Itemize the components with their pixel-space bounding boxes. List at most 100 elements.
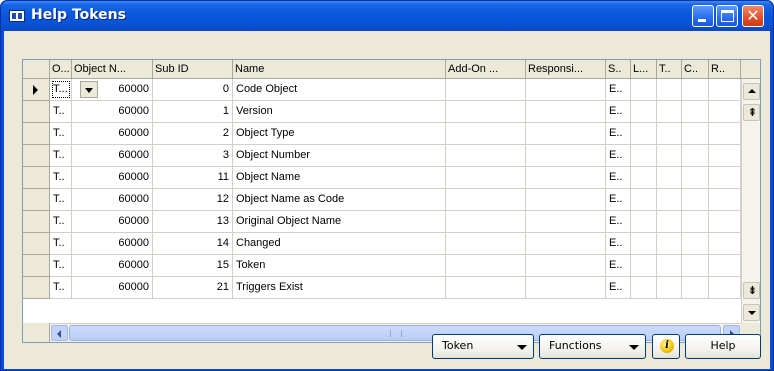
row-selector[interactable] [23,145,50,167]
cell-o[interactable]: T.. [50,123,72,144]
cell-c[interactable] [682,167,709,188]
table-row[interactable]: T.. 60000 13 Original Object Name E.. [23,211,760,233]
scroll-up-button[interactable] [743,83,760,100]
cell-l[interactable] [631,189,657,210]
table-row[interactable]: T.. 60000 15 Token E.. [23,255,760,277]
cell-r[interactable] [709,145,741,166]
cell-object-no[interactable]: 60000 [72,277,153,298]
cell-name[interactable]: Token [233,255,446,276]
cell-t[interactable] [657,255,682,276]
cell-t[interactable] [657,167,682,188]
page-up-button[interactable]: ⇞ [743,104,760,121]
cell-object-no[interactable]: 60000 [72,233,153,254]
page-down-button[interactable]: ⇟ [743,282,760,299]
column-header-object-no[interactable]: Object N... [72,60,153,79]
cell-t[interactable] [657,233,682,254]
row-selector[interactable] [23,123,50,145]
row-selector[interactable] [23,211,50,233]
cell-s[interactable]: E.. [606,255,631,276]
cell-o[interactable]: T.. [50,255,72,276]
cell-c[interactable] [682,255,709,276]
column-header-responsible[interactable]: Responsi... [526,60,606,79]
row-selector[interactable] [23,255,50,277]
cell-s[interactable]: E.. [606,189,631,210]
cell-sub-id[interactable]: 11 [153,167,233,188]
table-row[interactable]: T.. 60000 11 Object Name E.. [23,167,760,189]
cell-responsible[interactable] [526,145,606,166]
cell-s[interactable]: E.. [606,79,631,100]
cell-o[interactable]: T.. [50,189,72,210]
cell-o[interactable]: T.. [50,167,72,188]
cell-add-on[interactable] [446,123,526,144]
cell-l[interactable] [631,233,657,254]
cell-t[interactable] [657,145,682,166]
column-header-s[interactable]: S.. [606,60,631,79]
cell-sub-id[interactable]: 2 [153,123,233,144]
cell-c[interactable] [682,123,709,144]
cell-responsible[interactable] [526,123,606,144]
cell-s[interactable]: E.. [606,167,631,188]
cell-r[interactable] [709,233,741,254]
cell-object-no[interactable]: 60000 [72,189,153,210]
cell-o[interactable]: T... [50,79,72,100]
row-selector[interactable] [23,167,50,189]
minimize-button[interactable] [692,5,714,27]
cell-object-no[interactable]: 60000 [72,167,153,188]
cell-t[interactable] [657,189,682,210]
cell-o[interactable]: T.. [50,101,72,122]
cell-l[interactable] [631,167,657,188]
cell-s[interactable]: E.. [606,211,631,232]
cell-s[interactable]: E.. [606,145,631,166]
cell-sub-id[interactable]: 14 [153,233,233,254]
cell-sub-id[interactable]: 15 [153,255,233,276]
column-header-name[interactable]: Name [233,60,446,79]
cell-add-on[interactable] [446,189,526,210]
cell-add-on[interactable] [446,167,526,188]
cell-s[interactable]: E.. [606,123,631,144]
cell-responsible[interactable] [526,233,606,254]
close-button[interactable]: ✕ [742,5,764,27]
row-selector[interactable] [23,189,50,211]
cell-add-on[interactable] [446,79,526,100]
help-button[interactable]: Help [685,334,761,359]
row-selector[interactable] [23,101,50,123]
token-menu-button[interactable]: Token [432,334,534,359]
table-row[interactable]: T... 60000 0 Code Object E.. [23,79,760,101]
cell-add-on[interactable] [446,233,526,254]
cell-r[interactable] [709,189,741,210]
cell-responsible[interactable] [526,189,606,210]
cell-responsible[interactable] [526,277,606,298]
cell-t[interactable] [657,123,682,144]
cell-r[interactable] [709,167,741,188]
cell-c[interactable] [682,277,709,298]
cell-r[interactable] [709,123,741,144]
cell-name[interactable]: Code Object [233,79,446,100]
column-header-t[interactable]: T.. [657,60,682,79]
column-header-l[interactable]: L... [631,60,657,79]
cell-add-on[interactable] [446,277,526,298]
cell-name[interactable]: Object Number [233,145,446,166]
table-row[interactable]: T.. 60000 21 Triggers Exist E.. [23,277,760,299]
table-row[interactable]: T.. 60000 2 Object Type E.. [23,123,760,145]
column-header-o[interactable]: O... [50,60,72,79]
cell-sub-id[interactable]: 13 [153,211,233,232]
column-header-r[interactable]: R.. [709,60,741,79]
cell-name[interactable]: Object Type [233,123,446,144]
info-button[interactable]: i [652,334,680,359]
cell-o[interactable]: T.. [50,277,72,298]
table-row[interactable]: T.. 60000 3 Object Number E.. [23,145,760,167]
cell-sub-id[interactable]: 3 [153,145,233,166]
cell-s[interactable]: E.. [606,277,631,298]
table-row[interactable]: T.. 60000 1 Version E.. [23,101,760,123]
cell-r[interactable] [709,277,741,298]
cell-c[interactable] [682,101,709,122]
cell-c[interactable] [682,145,709,166]
cell-responsible[interactable] [526,255,606,276]
cell-add-on[interactable] [446,255,526,276]
cell-l[interactable] [631,277,657,298]
cell-c[interactable] [682,233,709,254]
cell-r[interactable] [709,101,741,122]
cell-sub-id[interactable]: 21 [153,277,233,298]
cell-object-no[interactable]: 60000 [72,123,153,144]
cell-t[interactable] [657,79,682,100]
